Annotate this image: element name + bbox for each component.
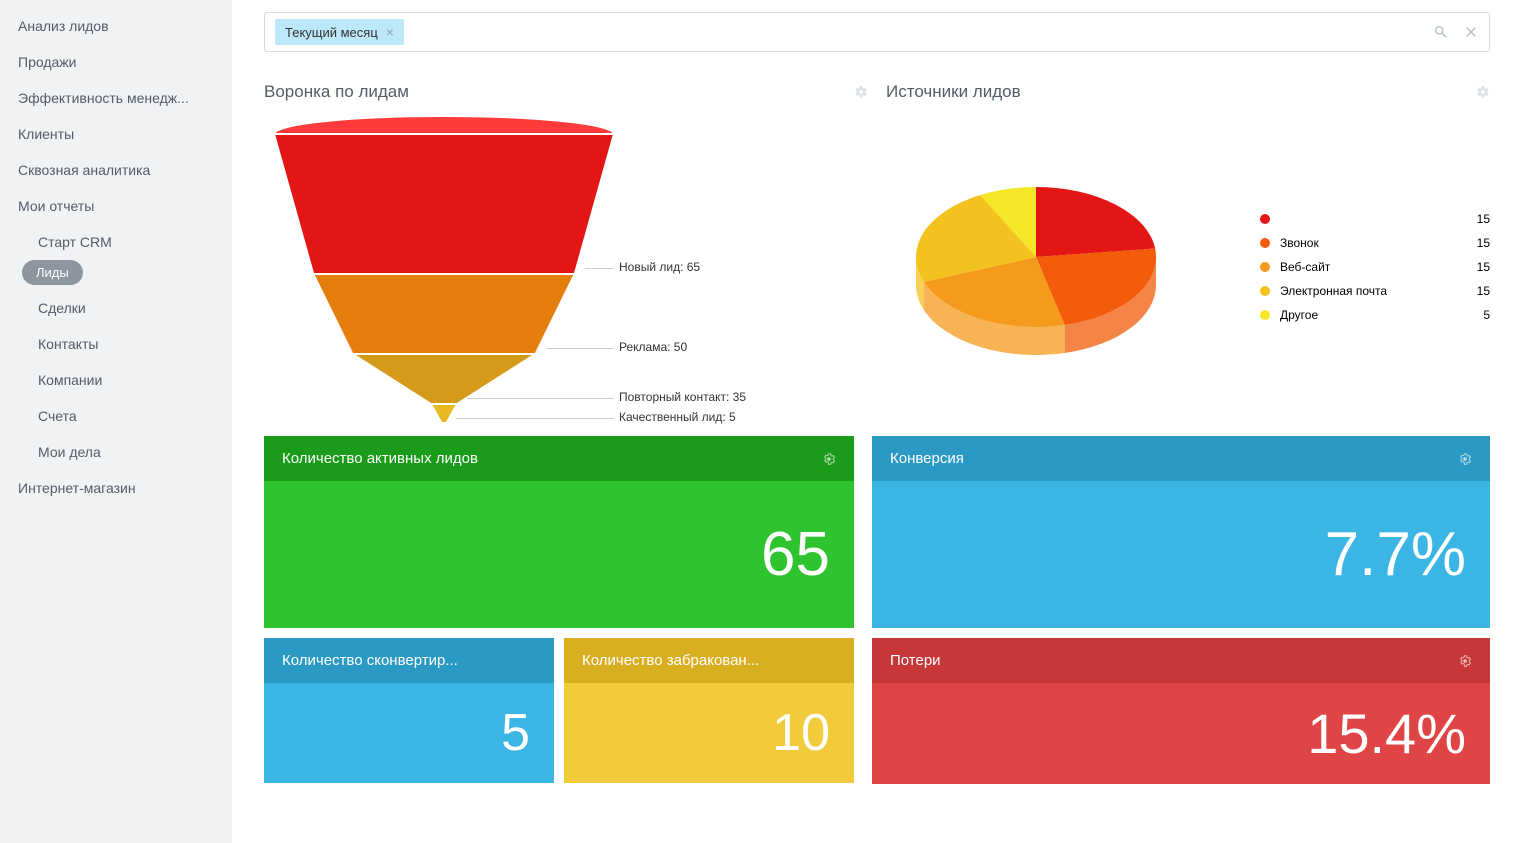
legend-item: Веб-сайт 15 bbox=[1260, 255, 1490, 279]
sidebar-item[interactable]: Старт CRM bbox=[0, 224, 232, 260]
legend-item: 15 bbox=[1260, 207, 1490, 231]
card-value: 65 bbox=[264, 481, 854, 628]
legend-dot bbox=[1260, 286, 1270, 296]
legend-item: Электронная почта 15 bbox=[1260, 279, 1490, 303]
filter-bar[interactable]: Текущий месяц × bbox=[264, 12, 1490, 52]
legend-label: Веб-сайт bbox=[1280, 260, 1330, 274]
gear-icon[interactable] bbox=[1458, 654, 1472, 668]
legend-dot bbox=[1260, 310, 1270, 320]
legend-dot bbox=[1260, 214, 1270, 224]
legend-value: 15 bbox=[1477, 284, 1490, 298]
pie-panel: Источники лидов 15 Звонок 15 Веб-сайт 15… bbox=[886, 78, 1490, 422]
card-loss: Потери 15.4% bbox=[872, 638, 1490, 783]
filter-tag[interactable]: Текущий месяц × bbox=[275, 19, 404, 45]
panel-title: Воронка по лидам bbox=[264, 82, 409, 102]
legend-item: Звонок 15 bbox=[1260, 231, 1490, 255]
legend-value: 5 bbox=[1483, 308, 1490, 322]
legend: 15 Звонок 15 Веб-сайт 15 Электронная поч… bbox=[1260, 207, 1490, 327]
card-active-leads: Количество активных лидов 65 bbox=[264, 436, 854, 628]
card-title: Потери bbox=[890, 652, 941, 669]
legend-label: Звонок bbox=[1280, 236, 1319, 250]
card-value: 10 bbox=[564, 683, 854, 783]
filter-tag-label: Текущий месяц bbox=[285, 25, 378, 40]
card-converted: Количество сконвертир... 5 bbox=[264, 638, 554, 783]
funnel-stage-label: Качественный лид: 5 bbox=[619, 410, 736, 424]
card-title: Количество активных лидов bbox=[282, 450, 478, 467]
sidebar-item[interactable]: Компании bbox=[0, 362, 232, 398]
gear-icon[interactable] bbox=[1476, 85, 1490, 99]
sidebar-item[interactable]: Контакты bbox=[0, 326, 232, 362]
pie-chart bbox=[886, 137, 1206, 397]
sidebar-item[interactable]: Сделки bbox=[0, 290, 232, 326]
sidebar-item[interactable]: Интернет-магазин bbox=[0, 470, 232, 506]
legend-value: 15 bbox=[1477, 260, 1490, 274]
legend-dot bbox=[1260, 262, 1270, 272]
funnel-stage-label: Повторный контакт: 35 bbox=[619, 390, 746, 404]
sidebar-item[interactable]: Клиенты bbox=[0, 116, 232, 152]
gear-icon[interactable] bbox=[1458, 452, 1472, 466]
close-icon[interactable]: × bbox=[386, 24, 394, 40]
sidebar-item[interactable]: Анализ лидов bbox=[0, 8, 232, 44]
sidebar-item[interactable]: Мои дела bbox=[0, 434, 232, 470]
card-value: 15.4% bbox=[872, 683, 1490, 784]
card-title: Количество сконвертир... bbox=[282, 652, 458, 669]
funnel-stage-label: Реклама: 50 bbox=[619, 340, 687, 354]
gear-icon[interactable] bbox=[854, 85, 868, 99]
legend-label: Электронная почта bbox=[1280, 284, 1387, 298]
legend-item: Другое 5 bbox=[1260, 303, 1490, 327]
sidebar-item[interactable]: Лиды bbox=[22, 260, 83, 285]
card-title: Конверсия bbox=[890, 450, 964, 467]
sidebar-item[interactable]: Мои отчеты bbox=[0, 188, 232, 224]
panel-title: Источники лидов bbox=[886, 82, 1021, 102]
funnel-stage-label: Новый лид: 65 bbox=[619, 260, 700, 274]
gear-icon[interactable] bbox=[822, 452, 836, 466]
card-rejected: Количество забракован... 10 bbox=[564, 638, 854, 783]
sidebar-item[interactable]: Продажи bbox=[0, 44, 232, 80]
main-content: Текущий месяц × Воронка по лидам Новый л… bbox=[232, 0, 1522, 843]
sidebar-item[interactable]: Эффективность менедж... bbox=[0, 80, 232, 116]
card-value: 7.7% bbox=[872, 481, 1490, 628]
card-value: 5 bbox=[264, 683, 554, 783]
search-icon[interactable] bbox=[1433, 24, 1449, 40]
sidebar-item[interactable]: Счета bbox=[0, 398, 232, 434]
sidebar: Анализ лидовПродажиЭффективность менедж.… bbox=[0, 0, 232, 843]
funnel-chart bbox=[264, 112, 624, 422]
legend-dot bbox=[1260, 238, 1270, 248]
card-conversion: Конверсия 7.7% bbox=[872, 436, 1490, 628]
funnel-panel: Воронка по лидам Новый лид: 65 Реклама: 5… bbox=[264, 78, 868, 422]
legend-value: 15 bbox=[1477, 212, 1490, 226]
close-icon[interactable] bbox=[1463, 24, 1479, 40]
legend-value: 15 bbox=[1477, 236, 1490, 250]
sidebar-item[interactable]: Сквозная аналитика bbox=[0, 152, 232, 188]
legend-label: Другое bbox=[1280, 308, 1318, 322]
card-title: Количество забракован... bbox=[582, 652, 759, 669]
